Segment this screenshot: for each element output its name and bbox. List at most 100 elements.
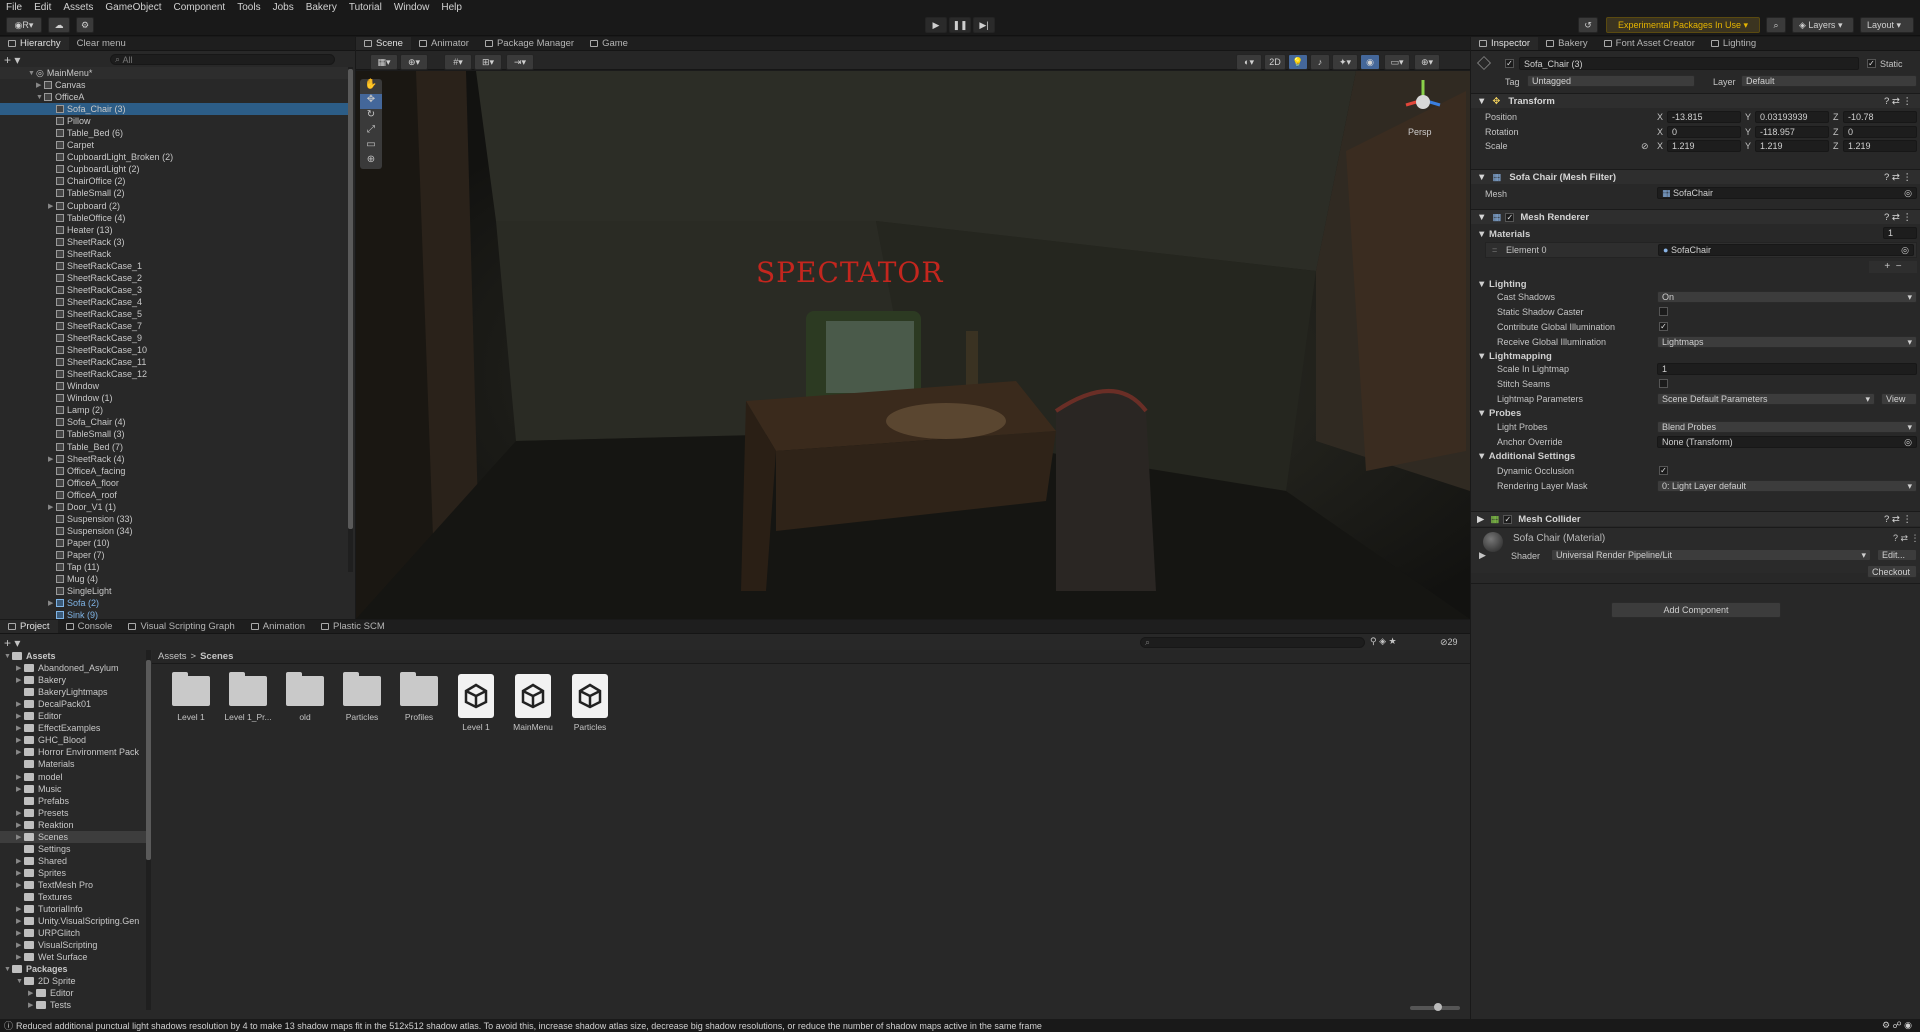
rotation-y-axis-label[interactable]: Y: [1745, 127, 1751, 137]
hierarchy-row[interactable]: Heater (13): [0, 224, 348, 236]
expand-arrow[interactable]: ▶: [48, 599, 56, 607]
project-tree-item[interactable]: ▶ TextMesh Pro: [0, 879, 146, 891]
expand-arrow[interactable]: ▶: [16, 748, 24, 756]
mesh-collider-header[interactable]: ▶ ▦ ✓ Mesh Collider? ⇄ ⋮: [1471, 511, 1920, 526]
scene-tab-package-manager[interactable]: Package Manager: [477, 37, 582, 50]
materials-foldout[interactable]: ▼ Materials: [1477, 229, 1530, 240]
project-search-input[interactable]: ⌕: [1140, 637, 1365, 648]
hierarchy-row[interactable]: Suspension (34): [0, 525, 348, 537]
project-tree-item[interactable]: ▶ Horror Environment Pack: [0, 746, 146, 758]
visibility-toggle-icon[interactable]: ◉: [1360, 54, 1380, 70]
contribute-gi-checkbox[interactable]: ✓: [1659, 322, 1668, 331]
expand-arrow[interactable]: ▶: [48, 503, 56, 511]
project-tree-item[interactable]: BakeryLightmaps: [0, 686, 146, 698]
project-tree-item[interactable]: ▶ Abandoned_Asylum: [0, 662, 146, 674]
project-tree-item[interactable]: ▶ Unity.VisualScripting.Gen: [0, 915, 146, 927]
project-tab-plastic-scm[interactable]: Plastic SCM: [313, 620, 393, 633]
folder-asset[interactable]: Particles: [337, 672, 387, 722]
rotation-z-axis-label[interactable]: Z: [1833, 127, 1839, 137]
hierarchy-row[interactable]: Sofa_Chair (3): [0, 103, 348, 116]
foldout-arrow[interactable]: ▼: [1477, 279, 1489, 290]
project-tree-item[interactable]: ▶ Reaktion: [0, 819, 146, 831]
hierarchy-row[interactable]: Tap (11): [0, 561, 348, 573]
play-button[interactable]: ▶: [925, 17, 947, 33]
position-x-axis-label[interactable]: X: [1657, 112, 1663, 122]
foldout-arrow[interactable]: ▶: [1479, 550, 1486, 561]
project-tree-item[interactable]: ▶ Editor: [0, 710, 146, 722]
mesh-renderer-enabled-checkbox[interactable]: ✓: [1505, 212, 1515, 222]
expand-arrow[interactable]: ▶: [16, 869, 24, 877]
expand-arrow[interactable]: ▼: [4, 966, 12, 973]
rendering-layer-mask-dropdown[interactable]: 0: Light Layer default ▾: [1657, 480, 1917, 492]
rect-tool-icon[interactable]: ▭: [360, 139, 382, 154]
folder-asset[interactable]: old: [280, 672, 330, 722]
expand-arrow[interactable]: ▶: [36, 81, 44, 89]
folder-asset[interactable]: Level 1_Pr...: [223, 672, 273, 722]
slider-thumb[interactable]: [1434, 1003, 1442, 1011]
lighting-toggle-icon[interactable]: 💡: [1288, 54, 1308, 70]
menu-component[interactable]: Component: [174, 2, 226, 13]
hierarchy-row[interactable]: ▶ Door_V1 (1): [0, 501, 348, 513]
hierarchy-row[interactable]: SheetRack: [0, 248, 348, 260]
project-tree-item[interactable]: Materials: [0, 758, 146, 770]
scale-tool-icon[interactable]: ⤢: [360, 124, 382, 139]
expand-arrow[interactable]: ▶: [16, 953, 24, 961]
shader-edit-button[interactable]: Edit...: [1877, 549, 1917, 561]
scale-z-axis-label[interactable]: Z: [1833, 141, 1839, 151]
position-y-field[interactable]: 0.03193939: [1755, 111, 1829, 123]
dynamic-occlusion-checkbox[interactable]: ✓: [1659, 466, 1668, 475]
materials-count-field[interactable]: 1: [1883, 227, 1917, 239]
expand-arrow[interactable]: ▶: [28, 1001, 36, 1009]
expand-arrow[interactable]: ▶: [16, 664, 24, 672]
account-button[interactable]: ◉ R ▾: [6, 17, 42, 33]
list-add-remove-buttons[interactable]: + −: [1869, 261, 1917, 273]
cast-shadows-dropdown[interactable]: On ▾: [1657, 291, 1917, 303]
rotation-z-field[interactable]: 0: [1843, 125, 1917, 138]
component-menu-icon[interactable]: ? ⇄ ⋮: [1893, 533, 1920, 544]
expand-arrow[interactable]: ▶: [48, 202, 56, 210]
mesh-field[interactable]: ▦ SofaChair ◎: [1657, 187, 1917, 199]
lighting-foldout[interactable]: ▼ Lighting: [1477, 279, 1527, 290]
menu-gameobject[interactable]: GameObject: [105, 2, 161, 13]
hierarchy-row[interactable]: OfficeA_floor: [0, 477, 348, 489]
search-icon[interactable]: ⌕: [1766, 17, 1786, 33]
project-tree-item[interactable]: ▶ model: [0, 771, 146, 783]
persp-label[interactable]: Persp: [1408, 127, 1432, 137]
hierarchy-row[interactable]: TableOffice (4): [0, 212, 348, 224]
history-icon[interactable]: ↺: [1578, 17, 1598, 33]
expand-arrow[interactable]: ▶: [16, 857, 24, 865]
hierarchy-row[interactable]: Table_Bed (7): [0, 441, 348, 453]
inspector-tab-inspector[interactable]: Inspector: [1471, 37, 1539, 50]
scale-z-field[interactable]: 1.219: [1843, 140, 1917, 152]
status-icons[interactable]: ⚙ ☍ ◉: [1882, 1020, 1912, 1031]
expand-arrow[interactable]: ▼: [28, 70, 36, 77]
hierarchy-row[interactable]: ChairOffice (2): [0, 175, 348, 187]
audio-toggle-icon[interactable]: ♪: [1310, 54, 1330, 70]
snap-dropdown[interactable]: ⊞▾: [474, 54, 502, 70]
step-button[interactable]: ▶|: [973, 17, 995, 33]
transform-tool-icon[interactable]: ⊕: [360, 154, 382, 169]
active-checkbox[interactable]: ✓: [1505, 59, 1514, 68]
hierarchy-row[interactable]: ▶ SheetRack (4): [0, 453, 348, 465]
scene-tab-animator[interactable]: Animator: [411, 37, 477, 50]
expand-arrow[interactable]: ▼: [4, 653, 12, 660]
create-asset-button[interactable]: + ▾: [4, 636, 20, 650]
project-tree-item[interactable]: ▶ Editor: [0, 987, 146, 999]
hierarchy-row[interactable]: Table_Bed (6): [0, 127, 348, 139]
hierarchy-row[interactable]: SheetRackCase_5: [0, 308, 348, 320]
hierarchy-row[interactable]: Suspension (33): [0, 513, 348, 525]
hierarchy-row[interactable]: SheetRackCase_4: [0, 296, 348, 308]
mesh-collider-enabled-checkbox[interactable]: ✓: [1503, 514, 1513, 524]
project-tree-item[interactable]: Settings: [0, 843, 146, 855]
add-object-button[interactable]: + ▾: [4, 53, 20, 67]
hierarchy-row[interactable]: Window: [0, 380, 348, 392]
folder-asset[interactable]: Level 1: [166, 672, 216, 722]
hierarchy-row[interactable]: SheetRack (3): [0, 236, 348, 248]
lightmap-parameters-dropdown[interactable]: Scene Default Parameters ▾: [1657, 393, 1875, 405]
scene-camera-dropdown[interactable]: ⊕▾: [400, 54, 428, 70]
project-tree-scrollbar[interactable]: [146, 650, 151, 1010]
menu-help[interactable]: Help: [441, 2, 462, 13]
expand-arrow[interactable]: ▶: [16, 700, 24, 708]
menu-window[interactable]: Window: [394, 2, 430, 13]
status-bar[interactable]: ⓘ Reduced additional punctual light shad…: [0, 1019, 1920, 1032]
